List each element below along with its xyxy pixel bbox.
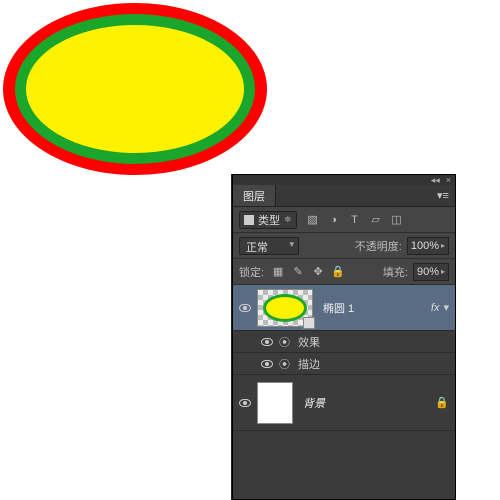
effects-bullet-icon: ⦿ bbox=[279, 334, 290, 350]
eye-icon bbox=[261, 360, 273, 368]
filter-adjust-icon[interactable]: ◑ bbox=[327, 213, 341, 227]
fx-badge[interactable]: fx bbox=[431, 302, 440, 314]
fill-value: 90% bbox=[417, 266, 439, 278]
filter-smart-icon[interactable]: ◫ bbox=[390, 213, 404, 227]
layer-list: 椭圆 1 fx ▾ ⦿ 效果 ⦿ 描边 背景 🔒 bbox=[233, 285, 455, 499]
blend-mode-value: 正常 bbox=[246, 242, 268, 254]
chevron-down-icon: ≑ bbox=[284, 214, 292, 225]
stroke-bullet-icon: ⦿ bbox=[279, 356, 290, 372]
eye-icon bbox=[261, 338, 273, 346]
stroke-label: 描边 bbox=[298, 356, 320, 372]
panel-grip[interactable]: ◂◂ × bbox=[233, 175, 455, 185]
ellipse-stroke-outer bbox=[3, 3, 267, 175]
visibility-toggle[interactable] bbox=[255, 338, 279, 346]
fill-label: 填充: bbox=[383, 264, 408, 280]
lock-position-icon[interactable]: ✥ bbox=[311, 265, 325, 279]
vector-mask-badge[interactable] bbox=[303, 317, 315, 329]
layer-effects-row[interactable]: ⦿ 效果 bbox=[233, 331, 455, 353]
visibility-toggle[interactable] bbox=[255, 360, 279, 368]
thumbnail-ellipse bbox=[263, 294, 307, 322]
visibility-toggle[interactable] bbox=[233, 399, 257, 407]
effects-label: 效果 bbox=[298, 334, 320, 350]
filter-row: 类型 ≑ ▧ ◑ T ▱ ◫ bbox=[233, 207, 455, 233]
fx-expand-icon[interactable]: ▾ bbox=[443, 301, 449, 314]
ellipse-stroke-inner bbox=[15, 14, 255, 164]
visibility-toggle[interactable] bbox=[233, 304, 257, 312]
eye-icon bbox=[239, 304, 251, 312]
filter-kind-label: 类型 bbox=[258, 212, 280, 228]
layer-name[interactable]: 背景 bbox=[303, 395, 435, 411]
lock-paint-icon[interactable]: ✎ bbox=[291, 265, 305, 279]
canvas-artwork bbox=[3, 3, 267, 175]
lock-row: 锁定: ▦ ✎ ✥ 🔒 填充: 90% ▸ bbox=[233, 259, 455, 285]
lock-all-icon[interactable]: 🔒 bbox=[331, 265, 345, 279]
close-icon[interactable]: × bbox=[446, 175, 451, 185]
panel-tabbar: 图层 ▾≡ bbox=[233, 185, 455, 207]
blend-row: 正常 不透明度: 100% ▸ bbox=[233, 233, 455, 259]
opacity-value: 100% bbox=[411, 240, 439, 252]
ellipse-fill bbox=[26, 25, 244, 153]
opacity-field[interactable]: 100% ▸ bbox=[407, 237, 449, 255]
layers-panel: ◂◂ × 图层 ▾≡ 类型 ≑ ▧ ◑ T ▱ ◫ 正常 不透明度: 100% … bbox=[232, 174, 456, 500]
lock-icon: 🔒 bbox=[435, 396, 449, 409]
collapse-icon[interactable]: ◂◂ bbox=[431, 175, 440, 186]
blend-mode-select[interactable]: 正常 bbox=[239, 237, 299, 255]
layer-item-background[interactable]: 背景 🔒 bbox=[233, 375, 455, 431]
filter-kind-select[interactable]: 类型 ≑ bbox=[239, 211, 297, 229]
filter-type-icon[interactable]: T bbox=[348, 213, 362, 227]
panel-menu-icon[interactable]: ▾≡ bbox=[431, 185, 455, 206]
fill-stepper-icon[interactable]: ▸ bbox=[441, 267, 445, 276]
filter-kind-icon bbox=[244, 215, 254, 225]
lock-icons: ▦ ✎ ✥ 🔒 bbox=[271, 265, 345, 279]
tab-layers[interactable]: 图层 bbox=[233, 185, 276, 206]
filter-pixel-icon[interactable]: ▧ bbox=[306, 213, 320, 227]
filter-icons: ▧ ◑ T ▱ ◫ bbox=[306, 213, 404, 227]
fill-field[interactable]: 90% ▸ bbox=[413, 263, 449, 281]
lock-transparent-icon[interactable]: ▦ bbox=[271, 265, 285, 279]
eye-icon bbox=[239, 399, 251, 407]
layer-stroke-row[interactable]: ⦿ 描边 bbox=[233, 353, 455, 375]
layer-item-ellipse[interactable]: 椭圆 1 fx ▾ bbox=[233, 285, 455, 331]
layer-thumbnail[interactable] bbox=[257, 289, 313, 327]
filter-shape-icon[interactable]: ▱ bbox=[369, 213, 383, 227]
layer-thumbnail[interactable] bbox=[257, 382, 293, 424]
lock-label: 锁定: bbox=[239, 264, 264, 280]
opacity-label: 不透明度: bbox=[355, 238, 402, 254]
opacity-stepper-icon[interactable]: ▸ bbox=[441, 241, 445, 250]
layer-name[interactable]: 椭圆 1 bbox=[323, 300, 431, 316]
